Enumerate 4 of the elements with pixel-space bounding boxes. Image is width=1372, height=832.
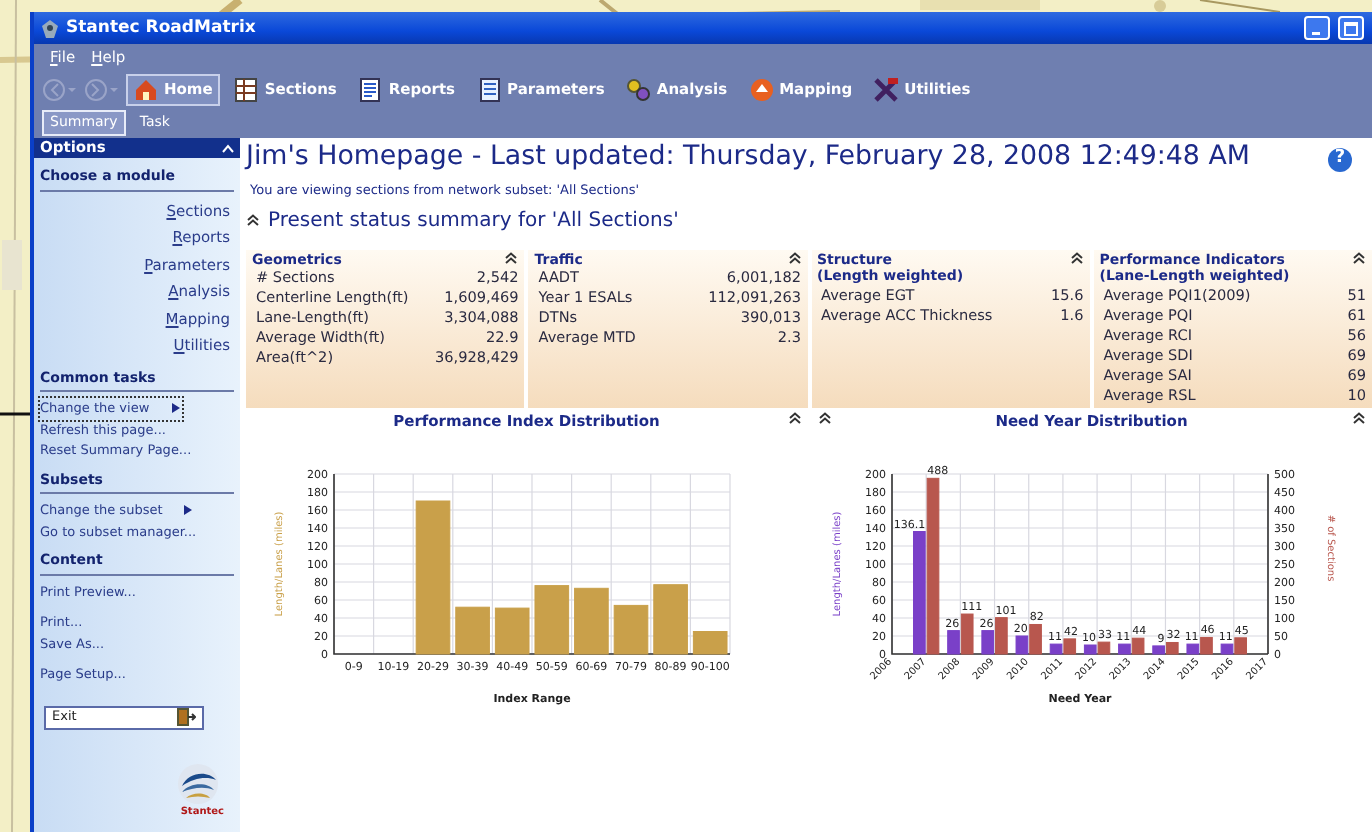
help-icon[interactable]: ? [1328,148,1352,172]
page-title: Jim's Homepage - Last updated: Thursday, February 28, 2008 12:49:48 AM [246,140,1250,176]
window-title: Stantec RoadMatrix [66,15,256,41]
section-title: Present status summary for 'All Sections' [268,207,679,236]
